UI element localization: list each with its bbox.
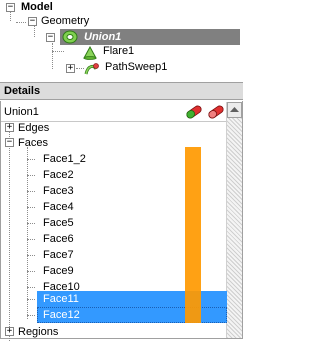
faces-collapse-button[interactable]: − [5, 138, 14, 147]
edges-expand-button[interactable]: + [5, 123, 14, 132]
details-object-label: Union1 [4, 106, 39, 118]
details-header: Details [0, 82, 243, 100]
edges-label[interactable]: Edges [18, 121, 49, 135]
pathsweep-expand-button[interactable]: + [66, 64, 75, 73]
scroll-up-arrow-icon [230, 107, 239, 112]
face-label: Face9 [43, 265, 74, 277]
regions-expand-button[interactable]: + [5, 327, 14, 336]
details-title: Details [4, 85, 41, 97]
union-icon [62, 30, 78, 44]
geometry-label[interactable]: Geometry [41, 14, 89, 28]
scroll-up-button[interactable] [227, 102, 242, 118]
face-label: Face11 [43, 293, 79, 305]
union-label[interactable]: Union1 [84, 30, 121, 44]
face-label: Face2 [43, 169, 74, 181]
regions-label[interactable]: Regions [18, 325, 58, 339]
pathsweep-label[interactable]: PathSweep1 [105, 60, 167, 74]
face-label: Face6 [43, 233, 74, 245]
details-toolbar: Union1 [1, 102, 242, 122]
union-collapse-button[interactable]: − [46, 33, 55, 42]
geometry-collapse-button[interactable]: − [28, 17, 37, 26]
pill-red-icon[interactable] [206, 105, 226, 119]
flare-icon [82, 45, 98, 60]
faces-label[interactable]: Faces [18, 136, 48, 150]
highlight-bar [185, 147, 201, 323]
path-sweep-icon [84, 61, 100, 76]
face-label: Face12 [43, 309, 80, 321]
face-label: Face4 [43, 201, 74, 213]
model-collapse-button[interactable]: − [6, 3, 15, 12]
details-scrollbar[interactable] [226, 102, 242, 338]
flare-label[interactable]: Flare1 [103, 44, 134, 58]
face-label: Face5 [43, 217, 74, 229]
face-label: Face3 [43, 185, 74, 197]
model-label[interactable]: Model [21, 0, 53, 14]
pill-green-icon[interactable] [184, 105, 204, 119]
model-tree: − Model − Geometry − Union1 Flare1 + Pat… [0, 0, 243, 78]
face-label: Face7 [43, 249, 74, 261]
face-label: Face1_2 [43, 153, 86, 165]
details-panel: Union1 + Edges − Faces Face1_2 Face2 Fac… [0, 101, 243, 341]
